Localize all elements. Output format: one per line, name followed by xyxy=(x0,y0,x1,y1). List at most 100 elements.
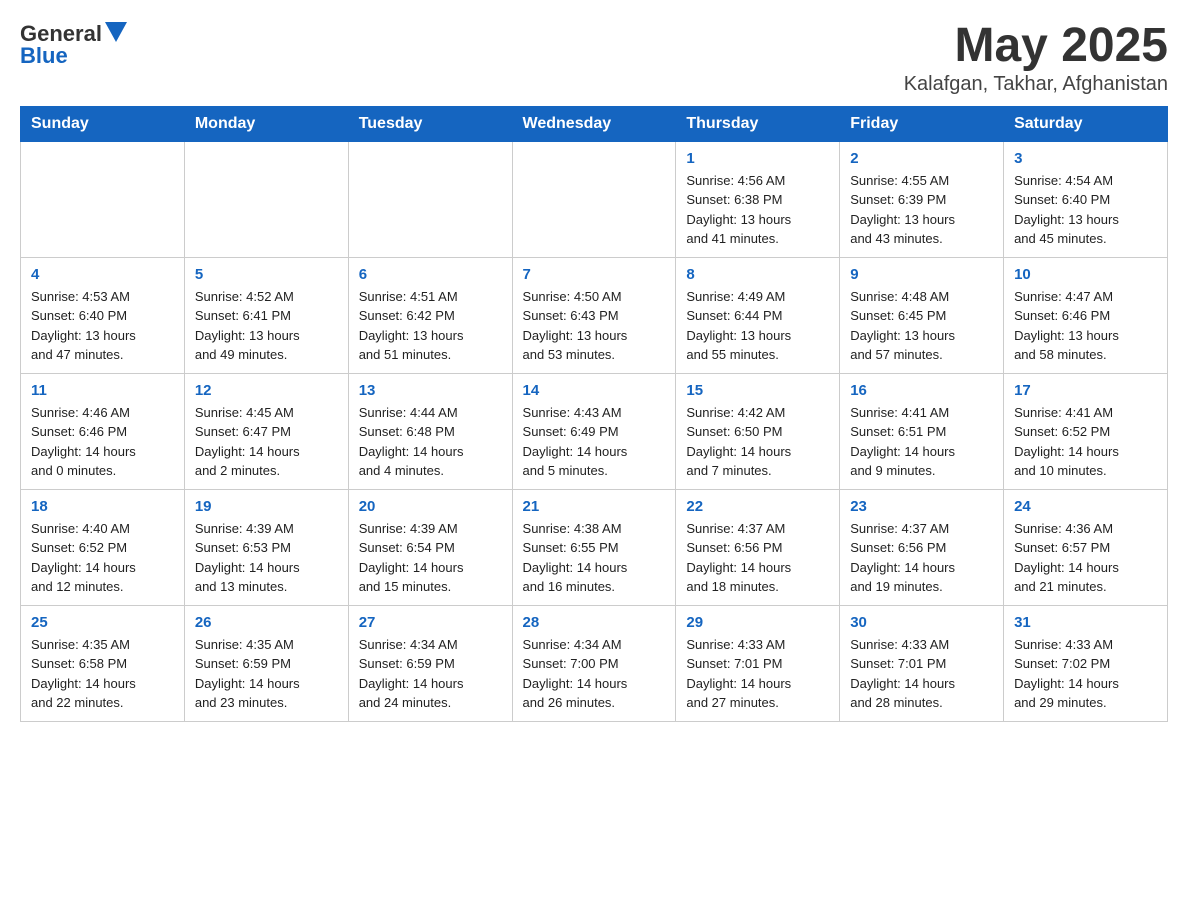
day-info: Sunrise: 4:43 AM Sunset: 6:49 PM Dayligh… xyxy=(523,403,666,481)
calendar-cell: 22Sunrise: 4:37 AM Sunset: 6:56 PM Dayli… xyxy=(676,489,840,605)
calendar-cell xyxy=(348,141,512,257)
day-number: 16 xyxy=(850,382,993,399)
calendar-week-row-2: 4 Sunrise: 4:53 AM Sunset: 6:40 PM Daylig… xyxy=(21,257,1168,373)
day-info: Sunrise: 4:33 AM Sunset: 7:01 PM Dayligh… xyxy=(850,635,993,713)
day-info: Sunrise: 4:44 AM Sunset: 6:48 PM Dayligh… xyxy=(359,403,502,481)
day-info: Sunrise: 4:33 AM Sunset: 7:01 PM Dayligh… xyxy=(686,635,829,713)
calendar-cell xyxy=(21,141,185,257)
logo-blue: Blue xyxy=(20,43,68,69)
day-number: 31 xyxy=(1014,614,1157,631)
calendar-cell: 13 Sunrise: 4:44 AM Sunset: 6:48 PM Dayli… xyxy=(348,373,512,489)
calendar-cell: 15Sunrise: 4:42 AM Sunset: 6:50 PM Dayli… xyxy=(676,373,840,489)
calendar-cell: 27 Sunrise: 4:34 AM Sunset: 6:59 PM Dayli… xyxy=(348,605,512,721)
logo-triangle-icon xyxy=(105,22,127,42)
day-number: 10 xyxy=(1014,266,1157,283)
calendar-week-row-4: 18 Sunrise: 4:40 AM Sunset: 6:52 PM Dayli… xyxy=(21,489,1168,605)
day-info: Sunrise: 4:39 AM Sunset: 6:53 PM Dayligh… xyxy=(195,519,338,597)
weekday-header-tuesday: Tuesday xyxy=(348,106,512,141)
calendar-cell: 23Sunrise: 4:37 AM Sunset: 6:56 PM Dayli… xyxy=(840,489,1004,605)
day-info: Sunrise: 4:56 AM Sunset: 6:38 PM Dayligh… xyxy=(686,171,829,249)
day-number: 23 xyxy=(850,498,993,515)
calendar-cell: 8 Sunrise: 4:49 AM Sunset: 6:44 PM Daylig… xyxy=(676,257,840,373)
calendar-cell: 9 Sunrise: 4:48 AM Sunset: 6:45 PM Daylig… xyxy=(840,257,1004,373)
calendar-cell: 16Sunrise: 4:41 AM Sunset: 6:51 PM Dayli… xyxy=(840,373,1004,489)
calendar-cell: 28 Sunrise: 4:34 AM Sunset: 7:00 PM Dayli… xyxy=(512,605,676,721)
page-header: General Blue May 2025 Kalafgan, Takhar, … xyxy=(20,20,1168,96)
calendar-cell: 5 Sunrise: 4:52 AM Sunset: 6:41 PM Daylig… xyxy=(184,257,348,373)
weekday-header-thursday: Thursday xyxy=(676,106,840,141)
day-info: Sunrise: 4:39 AM Sunset: 6:54 PM Dayligh… xyxy=(359,519,502,597)
day-number: 6 xyxy=(359,266,502,283)
calendar-table: SundayMondayTuesdayWednesdayThursdayFrid… xyxy=(20,106,1168,722)
day-number: 27 xyxy=(359,614,502,631)
calendar-cell: 11Sunrise: 4:46 AM Sunset: 6:46 PM Dayli… xyxy=(21,373,185,489)
day-info: Sunrise: 4:53 AM Sunset: 6:40 PM Dayligh… xyxy=(31,287,174,365)
title-block: May 2025 Kalafgan, Takhar, Afghanistan xyxy=(904,20,1168,96)
day-info: Sunrise: 4:49 AM Sunset: 6:44 PM Dayligh… xyxy=(686,287,829,365)
day-number: 5 xyxy=(195,266,338,283)
day-number: 13 xyxy=(359,382,502,399)
day-info: Sunrise: 4:51 AM Sunset: 6:42 PM Dayligh… xyxy=(359,287,502,365)
day-info: Sunrise: 4:48 AM Sunset: 6:45 PM Dayligh… xyxy=(850,287,993,365)
day-number: 22 xyxy=(686,498,829,515)
day-info: Sunrise: 4:34 AM Sunset: 7:00 PM Dayligh… xyxy=(523,635,666,713)
calendar-cell: 21 Sunrise: 4:38 AM Sunset: 6:55 PM Dayli… xyxy=(512,489,676,605)
day-number: 30 xyxy=(850,614,993,631)
calendar-cell: 29 Sunrise: 4:33 AM Sunset: 7:01 PM Dayli… xyxy=(676,605,840,721)
day-info: Sunrise: 4:47 AM Sunset: 6:46 PM Dayligh… xyxy=(1014,287,1157,365)
calendar-cell xyxy=(512,141,676,257)
calendar-cell: 30 Sunrise: 4:33 AM Sunset: 7:01 PM Dayli… xyxy=(840,605,1004,721)
day-number: 3 xyxy=(1014,150,1157,167)
day-number: 29 xyxy=(686,614,829,631)
day-number: 11 xyxy=(31,382,174,399)
day-number: 19 xyxy=(195,498,338,515)
day-info: Sunrise: 4:41 AM Sunset: 6:52 PM Dayligh… xyxy=(1014,403,1157,481)
day-info: Sunrise: 4:40 AM Sunset: 6:52 PM Dayligh… xyxy=(31,519,174,597)
day-info: Sunrise: 4:33 AM Sunset: 7:02 PM Dayligh… xyxy=(1014,635,1157,713)
day-number: 17 xyxy=(1014,382,1157,399)
weekday-header-friday: Friday xyxy=(840,106,1004,141)
day-number: 4 xyxy=(31,266,174,283)
calendar-cell: 3Sunrise: 4:54 AM Sunset: 6:40 PM Daylig… xyxy=(1004,141,1168,257)
day-number: 12 xyxy=(195,382,338,399)
calendar-cell: 19 Sunrise: 4:39 AM Sunset: 6:53 PM Dayli… xyxy=(184,489,348,605)
calendar-cell: 12 Sunrise: 4:45 AM Sunset: 6:47 PM Dayli… xyxy=(184,373,348,489)
day-number: 1 xyxy=(686,150,829,167)
day-number: 25 xyxy=(31,614,174,631)
day-info: Sunrise: 4:35 AM Sunset: 6:59 PM Dayligh… xyxy=(195,635,338,713)
calendar-cell: 7Sunrise: 4:50 AM Sunset: 6:43 PM Daylig… xyxy=(512,257,676,373)
day-number: 9 xyxy=(850,266,993,283)
calendar-cell: 18 Sunrise: 4:40 AM Sunset: 6:52 PM Dayli… xyxy=(21,489,185,605)
day-info: Sunrise: 4:38 AM Sunset: 6:55 PM Dayligh… xyxy=(523,519,666,597)
calendar-week-row-5: 25 Sunrise: 4:35 AM Sunset: 6:58 PM Dayli… xyxy=(21,605,1168,721)
day-number: 14 xyxy=(523,382,666,399)
day-info: Sunrise: 4:35 AM Sunset: 6:58 PM Dayligh… xyxy=(31,635,174,713)
day-number: 15 xyxy=(686,382,829,399)
day-info: Sunrise: 4:36 AM Sunset: 6:57 PM Dayligh… xyxy=(1014,519,1157,597)
calendar-cell: 31 Sunrise: 4:33 AM Sunset: 7:02 PM Dayli… xyxy=(1004,605,1168,721)
calendar-cell: 24 Sunrise: 4:36 AM Sunset: 6:57 PM Dayli… xyxy=(1004,489,1168,605)
day-number: 7 xyxy=(523,266,666,283)
day-info: Sunrise: 4:34 AM Sunset: 6:59 PM Dayligh… xyxy=(359,635,502,713)
calendar-cell: 4 Sunrise: 4:53 AM Sunset: 6:40 PM Daylig… xyxy=(21,257,185,373)
calendar-week-row-3: 11Sunrise: 4:46 AM Sunset: 6:46 PM Dayli… xyxy=(21,373,1168,489)
day-number: 28 xyxy=(523,614,666,631)
calendar-cell: 26Sunrise: 4:35 AM Sunset: 6:59 PM Dayli… xyxy=(184,605,348,721)
weekday-header-sunday: Sunday xyxy=(21,106,185,141)
weekday-header-wednesday: Wednesday xyxy=(512,106,676,141)
day-number: 8 xyxy=(686,266,829,283)
calendar-cell xyxy=(184,141,348,257)
month-year-title: May 2025 xyxy=(904,20,1168,73)
day-number: 21 xyxy=(523,498,666,515)
day-number: 20 xyxy=(359,498,502,515)
day-info: Sunrise: 4:55 AM Sunset: 6:39 PM Dayligh… xyxy=(850,171,993,249)
weekday-header-monday: Monday xyxy=(184,106,348,141)
day-number: 18 xyxy=(31,498,174,515)
weekday-header-row: SundayMondayTuesdayWednesdayThursdayFrid… xyxy=(21,106,1168,141)
calendar-cell: 6 Sunrise: 4:51 AM Sunset: 6:42 PM Daylig… xyxy=(348,257,512,373)
day-number: 24 xyxy=(1014,498,1157,515)
day-info: Sunrise: 4:45 AM Sunset: 6:47 PM Dayligh… xyxy=(195,403,338,481)
calendar-cell: 25 Sunrise: 4:35 AM Sunset: 6:58 PM Dayli… xyxy=(21,605,185,721)
day-number: 2 xyxy=(850,150,993,167)
day-info: Sunrise: 4:52 AM Sunset: 6:41 PM Dayligh… xyxy=(195,287,338,365)
